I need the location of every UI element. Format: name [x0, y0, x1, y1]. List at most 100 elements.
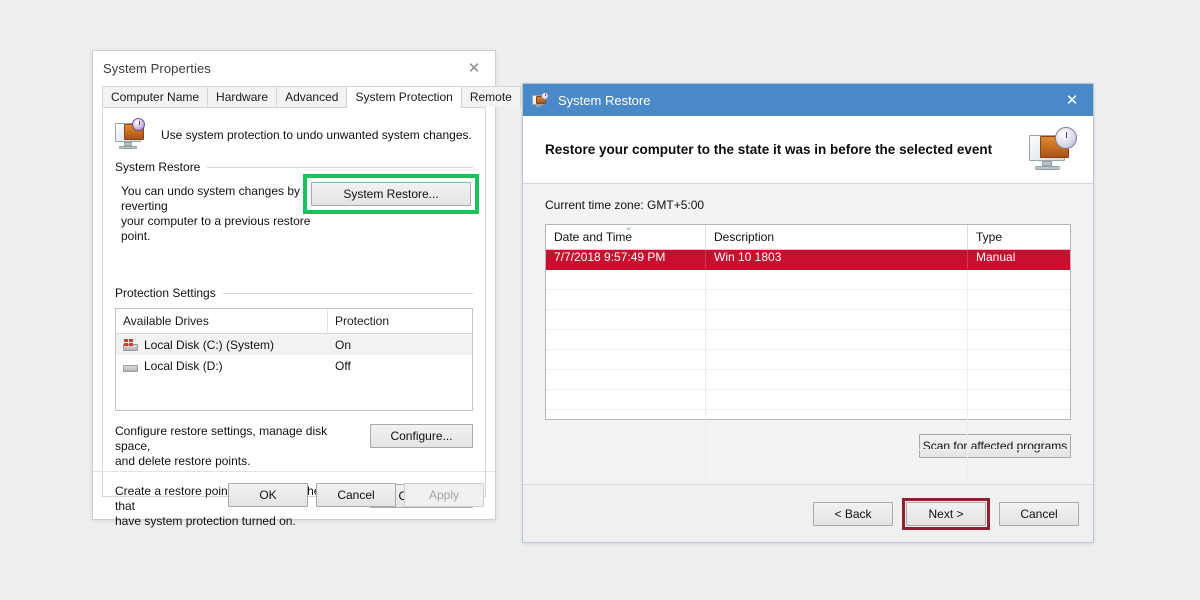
table-row-empty[interactable]: [546, 350, 1070, 370]
cell-description: [706, 450, 968, 469]
cell-type: [968, 450, 1070, 469]
list-empty-space: [116, 376, 472, 410]
cell-description: [706, 410, 968, 429]
protection-value: Off: [335, 358, 351, 373]
system-properties-titlebar: System Properties ✕: [93, 51, 495, 85]
configure-button[interactable]: Configure...: [370, 424, 473, 448]
system-restore-legend-label: System Restore: [115, 160, 201, 174]
tab-remote[interactable]: Remote: [460, 86, 521, 107]
table-row[interactable]: Local Disk (C:) (System) On: [116, 334, 472, 355]
cell-description: [706, 310, 968, 329]
configure-row: Configure restore settings, manage disk …: [115, 424, 473, 469]
table-row-empty[interactable]: [546, 450, 1070, 470]
close-icon[interactable]: ✕: [453, 53, 495, 83]
cancel-button[interactable]: Cancel: [999, 501, 1079, 526]
intro-row: Use system protection to undo unwanted s…: [115, 118, 473, 152]
table-row-empty[interactable]: [546, 330, 1070, 350]
system-restore-header: Restore your computer to the state it wa…: [523, 116, 1093, 184]
cell-type: [968, 370, 1070, 389]
cell-date-time: [546, 350, 706, 369]
system-properties-window: System Properties ✕ Computer Name Hardwa…: [92, 50, 521, 528]
cell-type: [968, 290, 1070, 309]
next-button-highlight: Next >: [902, 497, 990, 530]
system-restore-description: You can undo system changes by reverting…: [121, 184, 326, 244]
tab-hardware[interactable]: Hardware: [207, 86, 278, 107]
tab-system-protection[interactable]: System Protection: [346, 86, 462, 108]
configure-description: Configure restore settings, manage disk …: [115, 424, 360, 469]
cell-type: [968, 430, 1070, 449]
drive-icon: [123, 360, 138, 372]
cell-date-time: [546, 410, 706, 429]
restore-points-grid[interactable]: ⌄ Date and Time Description Type 7/7/201…: [545, 222, 1071, 510]
time-zone-label: Current time zone: GMT+5:00: [545, 198, 705, 212]
cancel-button[interactable]: Cancel: [316, 483, 396, 507]
drives-header: Available Drives Protection: [116, 309, 472, 334]
system-restore-group-inner: You can undo system changes by reverting…: [115, 174, 479, 244]
titlebar-left: System Restore: [523, 92, 650, 108]
system-restore-group: System Restore You can undo system chang…: [115, 160, 479, 244]
restore-monitor-clock-icon: [1029, 126, 1079, 173]
table-row-empty[interactable]: [546, 410, 1070, 430]
legend-rule: [207, 166, 473, 168]
tab-advanced[interactable]: Advanced: [276, 86, 348, 107]
system-restore-content: Current time zone: GMT+5:00 ⌄ Date and T…: [523, 184, 1093, 514]
cell-description: [706, 350, 968, 369]
page-title: Restore your computer to the state it wa…: [545, 142, 993, 157]
cell-date-time: [546, 430, 706, 449]
table-row-empty[interactable]: [546, 430, 1070, 450]
cell-date-time: [546, 310, 706, 329]
table-row-empty[interactable]: [546, 290, 1070, 310]
protection-value: On: [335, 337, 352, 352]
cell-description: [706, 430, 968, 449]
tab-bar: Computer Name Hardware Advanced System P…: [102, 85, 521, 108]
column-header-description[interactable]: Description: [706, 225, 968, 249]
cell-type: [968, 270, 1070, 289]
cell-description: [706, 330, 968, 349]
system-restore-titlebar: System Restore ✕: [523, 84, 1093, 116]
back-button[interactable]: < Back: [813, 501, 893, 526]
cell-date-time: [546, 270, 706, 289]
system-restore-icon: [532, 92, 550, 108]
protection-settings-legend: Protection Settings: [115, 286, 473, 300]
apply-button: Apply: [404, 483, 484, 507]
available-drives-list[interactable]: Available Drives Protection Local Disk (…: [115, 308, 473, 411]
cell-type: [968, 410, 1070, 429]
column-header-date-and-time[interactable]: ⌄ Date and Time: [546, 222, 706, 249]
drive-label: Local Disk (D:): [144, 358, 223, 373]
cell-type: [968, 310, 1070, 329]
table-row[interactable]: 7/7/2018 9:57:49 PM Win 10 1803 Manual: [546, 250, 1070, 270]
system-restore-button[interactable]: System Restore...: [311, 182, 471, 206]
system-properties-body: Computer Name Hardware Advanced System P…: [93, 85, 521, 528]
cell-description: [706, 390, 968, 409]
system-properties-title: System Properties: [103, 60, 211, 76]
next-button[interactable]: Next >: [906, 501, 986, 526]
close-icon[interactable]: ✕: [1051, 84, 1093, 116]
restore-point-description: Win 10 1803: [706, 250, 968, 269]
drive-label: Local Disk (C:) (System): [144, 337, 275, 352]
grid-empty-rows: [546, 270, 1070, 510]
cell-date-time: [546, 450, 706, 469]
table-row-empty[interactable]: [546, 310, 1070, 330]
table-row-empty[interactable]: [546, 390, 1070, 410]
restore-point-type: Manual: [976, 250, 1016, 264]
table-row-empty[interactable]: [546, 370, 1070, 390]
tab-computer-name[interactable]: Computer Name: [102, 86, 209, 107]
column-header-available-drives[interactable]: Available Drives: [116, 309, 328, 333]
table-row-empty[interactable]: [546, 270, 1070, 290]
system-restore-window-title: System Restore: [558, 92, 651, 108]
cell-type: [968, 330, 1070, 349]
column-header-type[interactable]: Type: [968, 225, 1070, 249]
table-row[interactable]: Local Disk (D:) Off: [116, 355, 472, 376]
cell-type: [968, 350, 1070, 369]
column-header-protection[interactable]: Protection: [328, 309, 472, 333]
configure-description-line1: Configure restore settings, manage disk …: [115, 424, 328, 453]
cell-date-time: [546, 390, 706, 409]
cell-date-time: [546, 290, 706, 309]
ok-button[interactable]: OK: [228, 483, 308, 507]
drive-cell: Local Disk (C:) (System): [116, 338, 328, 352]
intro-text: Use system protection to undo unwanted s…: [161, 128, 472, 142]
system-restore-highlight: System Restore...: [303, 174, 479, 214]
system-properties-footer: OK Cancel Apply: [93, 471, 495, 519]
cell-date-time: [546, 370, 706, 389]
column-header-date-and-time-label: Date and Time: [554, 230, 633, 244]
